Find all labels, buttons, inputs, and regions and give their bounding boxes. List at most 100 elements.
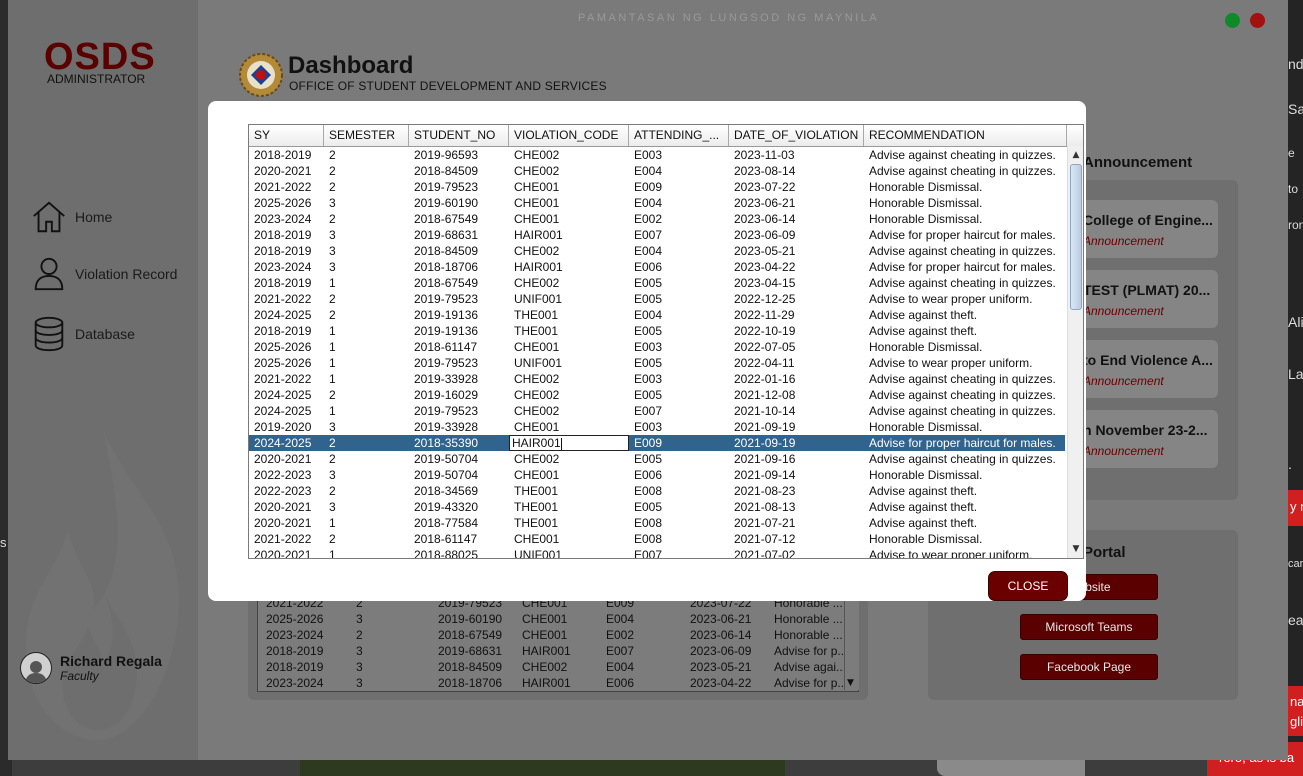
background-fragment: nd	[1288, 56, 1303, 72]
user-icon	[34, 257, 64, 291]
nav-violation-record[interactable]: Violation Record	[30, 254, 177, 294]
table-row[interactable]: 2018-2019 2 2019-96593 CHE002 E003 2023-11-03…	[249, 147, 1065, 163]
column-header-semester[interactable]: SEMESTER	[324, 125, 409, 146]
table-cell: 2019-2020	[254, 420, 312, 434]
table-cell: 2023-04-22	[734, 260, 796, 274]
table-cell: 2021-08-23	[734, 484, 796, 498]
table-cell: Honorable ...	[774, 628, 843, 642]
table-cell: E004	[606, 612, 635, 626]
table-cell: 2023-05-21	[690, 660, 752, 674]
recent-violations-scrollbar[interactable]: ▼	[844, 594, 859, 690]
table-cell: 2018-84509	[414, 164, 479, 178]
table-row[interactable]: 2018-2019 1 2019-19136 THE001 E005 2022-10-19…	[249, 323, 1065, 339]
table-row[interactable]: 2023-2024 3 2018-18706 HAIR001 E006 2023-04-2…	[258, 675, 858, 691]
column-header-recommendation[interactable]: RECOMMENDATION	[864, 125, 1067, 146]
background-fragment: gli	[1290, 714, 1303, 729]
table-cell: 2022-01-16	[734, 372, 796, 386]
table-cell: E007	[634, 404, 663, 418]
background-photo	[300, 760, 785, 776]
table-cell: Honorable Dismissal.	[869, 420, 983, 434]
table-row[interactable]: 2024-2025 1 2019-79523 CHE002 E007 2021-10-14…	[249, 403, 1065, 419]
table-cell: 2019-79523	[414, 356, 479, 370]
table-scrollbar[interactable]: ▲ ▼	[1067, 146, 1083, 558]
table-row[interactable]: 2019-2020 3 2019-33928 CHE001 E003 2021-09-19…	[249, 419, 1065, 435]
table-cell: 3	[329, 500, 336, 514]
scroll-down-icon[interactable]: ▼	[1068, 541, 1083, 557]
table-row[interactable]: 2021-2022 2 2018-61147 CHE001 E008 2021-07-12…	[249, 531, 1065, 547]
table-row[interactable]: 2025-2026 3 2019-60190 CHE001 E004 2023-06-21…	[258, 611, 858, 627]
table-cell: 2018-67549	[438, 628, 503, 642]
scrollbar-thumb[interactable]	[1070, 164, 1082, 310]
column-header-date-of-violation[interactable]: DATE_OF_VIOLATION	[729, 125, 864, 146]
table-cell: 2023-06-14	[690, 628, 752, 642]
column-header-attending[interactable]: ATTENDING_...	[629, 125, 729, 146]
table-cell: 2022-04-11	[734, 356, 795, 370]
table-row[interactable]: 2018-2019 3 2019-68631 HAIR001 E007 2023-06-0…	[258, 643, 858, 659]
column-header-violation-code[interactable]: VIOLATION_CODE	[509, 125, 629, 146]
maximize-button[interactable]	[1225, 13, 1240, 28]
table-cell: 2019-33928	[414, 420, 479, 434]
close-window-button[interactable]	[1250, 13, 1265, 28]
column-header-sy[interactable]: SY	[249, 125, 324, 146]
table-row[interactable]: 2025-2026 1 2018-61147 CHE001 E003 2022-07-05…	[249, 339, 1065, 355]
table-row[interactable]: 2020-2021 1 2018-77584 THE001 E008 2021-07-21…	[249, 515, 1065, 531]
table-row[interactable]: 2021-2022 2 2019-79523 UNIF001 E005 2022-12-2…	[249, 291, 1065, 307]
user-profile[interactable]: Richard Regala Faculty	[20, 652, 162, 684]
table-cell: 2018-88025	[414, 548, 479, 559]
nav-database[interactable]: Database	[30, 314, 135, 354]
column-header-student-no[interactable]: STUDENT_NO	[409, 125, 509, 146]
table-row[interactable]: 2020-2021 2 2019-50704 CHE002 E005 2021-09-16…	[249, 451, 1065, 467]
table-row[interactable]: 2022-2023 2 2018-34569 THE001 E008 2021-08-23…	[249, 483, 1065, 499]
table-row[interactable]: 2025-2026 1 2019-79523 UNIF001 E005 2022-04-1…	[249, 355, 1065, 371]
nav-home[interactable]: Home	[30, 197, 112, 237]
announcement-title: Announcement	[1083, 154, 1193, 171]
table-cell: E006	[634, 260, 663, 274]
table-cell: 2021-10-14	[734, 404, 796, 418]
table-cell: 3	[329, 260, 336, 274]
table-corner	[1067, 125, 1083, 147]
table-cell: Advise against theft.	[869, 516, 978, 530]
table-cell: THE001	[514, 500, 559, 514]
table-row[interactable]: 2024-2025 2 2019-19136 THE001 E004 2022-11-29…	[249, 307, 1065, 323]
table-row[interactable]: 2022-2023 3 2019-50704 CHE001 E006 2021-09-14…	[249, 467, 1065, 483]
table-cell: 2018-2019	[266, 644, 324, 658]
table-cell: 3	[356, 676, 363, 690]
background-fragment: na	[1290, 694, 1303, 709]
table-row[interactable]: 2023-2024 2 2018-67549 CHE001 E002 2023-06-14…	[249, 211, 1065, 227]
table-cell: E003	[634, 148, 663, 162]
close-button[interactable]: CLOSE	[988, 571, 1068, 601]
table-cell: 3	[356, 612, 363, 626]
table-row[interactable]: 2020-2021 3 2019-43320 THE001 E005 2021-08-13…	[249, 499, 1065, 515]
table-row[interactable]: 2018-2019 3 2018-84509 CHE002 E004 2023-05-21…	[249, 243, 1065, 259]
table-cell: CHE002	[514, 404, 560, 418]
scroll-up-icon[interactable]: ▲	[1068, 147, 1083, 163]
table-row[interactable]: 2018-2019 3 2018-84509 CHE002 E004 2023-05-21…	[258, 659, 858, 675]
table-row[interactable]: 2020-2021 2 2018-84509 CHE002 E004 2023-08-14…	[249, 163, 1065, 179]
table-row[interactable]: 2025-2026 3 2019-60190 CHE001 E004 2023-06-21…	[249, 195, 1065, 211]
table-cell: 2018-77584	[414, 516, 479, 530]
table-row[interactable]: 2018-2019 3 2019-68631 HAIR001 E007 2023-06-0…	[249, 227, 1065, 243]
table-cell: 2	[329, 292, 336, 306]
table-cell: HAIR001	[514, 260, 563, 274]
table-row[interactable]: 2018-2019 1 2018-67549 CHE002 E005 2023-04-15…	[249, 275, 1065, 291]
table-cell: Advise against cheating in quizzes.	[869, 404, 1056, 418]
table-cell: 2019-16029	[414, 388, 479, 402]
table-cell: 2023-05-21	[734, 244, 796, 258]
table-row[interactable]: 2023-2024 3 2018-18706 HAIR001 E006 2023-04-2…	[249, 259, 1065, 275]
table-row[interactable]: 2020-2021 1 2018-88025 UNIF001 E007 2021-07-0…	[249, 547, 1065, 559]
table-cell: 1	[329, 276, 336, 290]
table-row[interactable]: 2021-2022 2 2019-79523 CHE001 E009 2023-07-22…	[249, 179, 1065, 195]
facebook-page-button[interactable]: Facebook Page	[1020, 654, 1158, 680]
microsoft-teams-button[interactable]: Microsoft Teams	[1020, 614, 1158, 640]
table-cell: Advise to wear proper uniform.	[869, 292, 1033, 306]
table-cell: Advise for proper haircut for males.	[869, 228, 1056, 242]
table-cell: Advise against cheating in quizzes.	[869, 148, 1056, 162]
table-cell-editor[interactable]: HAIR001	[509, 435, 629, 451]
table-row[interactable]: 2021-2022 1 2019-33928 CHE002 E003 2022-01-16…	[249, 371, 1065, 387]
table-cell: 2021-2022	[254, 532, 312, 546]
portal-title: Portal	[1083, 544, 1126, 561]
table-cell: 2023-2024	[266, 628, 324, 642]
table-row[interactable]: 2024-2025 2 2019-16029 CHE002 E005 2021-12-08…	[249, 387, 1065, 403]
table-row-selected[interactable]: 2024-2025 2 2018-35390 HAIR001 E009 2021-09-1…	[249, 435, 1065, 451]
table-row[interactable]: 2023-2024 2 2018-67549 CHE001 E002 2023-06-14…	[258, 627, 858, 643]
